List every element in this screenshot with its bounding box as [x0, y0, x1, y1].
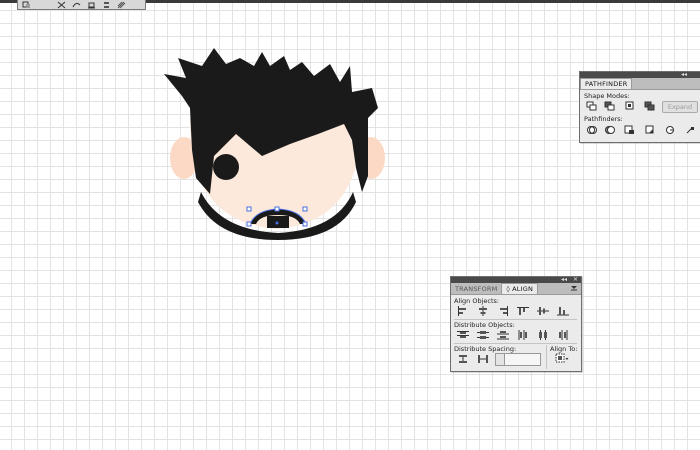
panel-menu-icon[interactable] [570, 285, 578, 291]
separator [454, 343, 577, 344]
vertical-distribute-bottom-button[interactable] [497, 330, 509, 340]
eye [213, 154, 239, 180]
minus-front-button[interactable] [604, 101, 616, 111]
selection-handle[interactable] [302, 221, 308, 227]
anchor-point[interactable] [275, 221, 279, 225]
shape-modes-label: Shape Modes: [584, 92, 630, 100]
horizontal-distribute-center-button[interactable] [537, 330, 549, 340]
spacing-input[interactable] [495, 353, 541, 366]
horizontal-distribute-left-button[interactable] [517, 330, 529, 340]
vertical-distribute-top-button[interactable] [457, 330, 469, 340]
selection-handle[interactable] [302, 206, 308, 212]
align-panel: ◂◂ ✕ TRANSFORM ◊ ALIGN Align Objects: Di… [450, 276, 582, 372]
intersect-button[interactable] [624, 101, 636, 111]
horizontal-distribute-right-button[interactable] [557, 330, 569, 340]
minus-back-button[interactable] [684, 125, 696, 135]
separator [454, 319, 577, 320]
spacing-stepper[interactable] [496, 354, 505, 365]
trim-button[interactable] [604, 125, 616, 135]
unite-button[interactable] [586, 101, 598, 111]
selection-handle[interactable] [246, 221, 252, 227]
horizontal-distribute-space-button[interactable] [477, 354, 489, 364]
panel-tabs: TRANSFORM ◊ ALIGN [451, 283, 581, 295]
tab-align[interactable]: ◊ ALIGN [501, 283, 539, 294]
align-objects-label: Align Objects: [454, 297, 500, 305]
merge-button[interactable] [624, 125, 636, 135]
distribute-objects-label: Distribute Objects: [454, 321, 515, 329]
character-illustration[interactable] [0, 0, 700, 450]
tab-pathfinder[interactable]: PATHFINDER [580, 78, 633, 89]
exclude-button[interactable] [644, 101, 656, 111]
artboard-canvas[interactable]: ◂◂ PATHFINDER Shape Modes: Expand Pathfi… [0, 0, 700, 450]
separator [546, 345, 547, 369]
vertical-align-bottom-button[interactable] [557, 306, 569, 316]
pathfinders-label: Pathfinders: [584, 115, 623, 123]
vertical-align-top-button[interactable] [517, 306, 529, 316]
selection-handle[interactable] [274, 206, 280, 212]
crop-button[interactable] [644, 125, 656, 135]
horizontal-align-right-button[interactable] [497, 306, 509, 316]
expand-button[interactable]: Expand [662, 101, 698, 113]
vertical-distribute-center-button[interactable] [477, 330, 489, 340]
selection-handle[interactable] [246, 206, 252, 212]
horizontal-align-center-button[interactable] [477, 306, 489, 316]
outline-button[interactable] [664, 125, 676, 135]
vertical-distribute-space-button[interactable] [457, 354, 469, 364]
vertical-align-center-button[interactable] [537, 306, 549, 316]
align-to-label: Align To: [550, 345, 578, 353]
horizontal-align-left-button[interactable] [457, 306, 469, 316]
divide-button[interactable] [586, 125, 598, 135]
panel-tabs: PATHFINDER [580, 78, 700, 90]
align-to-selection-dropdown[interactable] [555, 353, 569, 364]
pathfinder-panel: ◂◂ PATHFINDER Shape Modes: Expand Pathfi… [579, 71, 700, 143]
tab-transform[interactable]: TRANSFORM [451, 284, 501, 294]
distribute-spacing-label: Distribute Spacing: [454, 345, 517, 353]
